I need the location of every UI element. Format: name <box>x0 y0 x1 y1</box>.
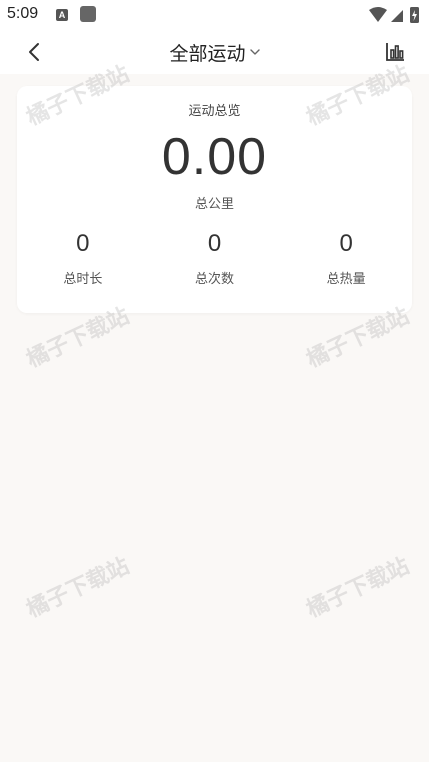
stats-row: 0 总时长 0 总次数 0 总热量 <box>17 229 412 287</box>
app-notification-icon: A <box>56 9 68 21</box>
total-km-label: 总公里 <box>194 197 234 212</box>
status-bar: 5:09 A <box>0 0 429 30</box>
wifi-icon <box>369 7 387 22</box>
stat-label: 总时长 <box>63 272 103 287</box>
stat-total-calories: 0 总热量 <box>280 229 412 287</box>
stat-total-duration: 0 总时长 <box>17 229 149 287</box>
page-title: 全部运动 <box>169 42 246 65</box>
nav-bar: 全部运动 <box>0 30 429 74</box>
stat-value: 0 <box>339 230 353 257</box>
chevron-down-icon <box>249 49 260 55</box>
stat-total-count: 0 总次数 <box>149 229 281 287</box>
statistics-button[interactable] <box>381 38 409 66</box>
sport-type-dropdown[interactable]: 全部运动 <box>0 38 429 66</box>
total-km-value: 0.00 <box>161 128 268 186</box>
signal-icon <box>391 10 403 22</box>
summary-card: 运动总览 0.00 总公里 0 总时长 0 总次数 0 总热量 <box>17 86 412 313</box>
stat-label: 总次数 <box>195 272 235 287</box>
square-notification-icon <box>80 6 96 22</box>
watermark: 橘子下载站 <box>22 553 134 623</box>
bar-chart-icon <box>386 43 404 61</box>
summary-title: 运动总览 <box>188 104 241 119</box>
status-right-icons <box>369 6 421 24</box>
stat-value: 0 <box>207 230 222 257</box>
stat-value: 0 <box>76 230 90 257</box>
watermark: 橘子下载站 <box>302 553 414 623</box>
stat-label: 总热量 <box>326 272 366 287</box>
status-time: 5:09 <box>7 5 39 22</box>
